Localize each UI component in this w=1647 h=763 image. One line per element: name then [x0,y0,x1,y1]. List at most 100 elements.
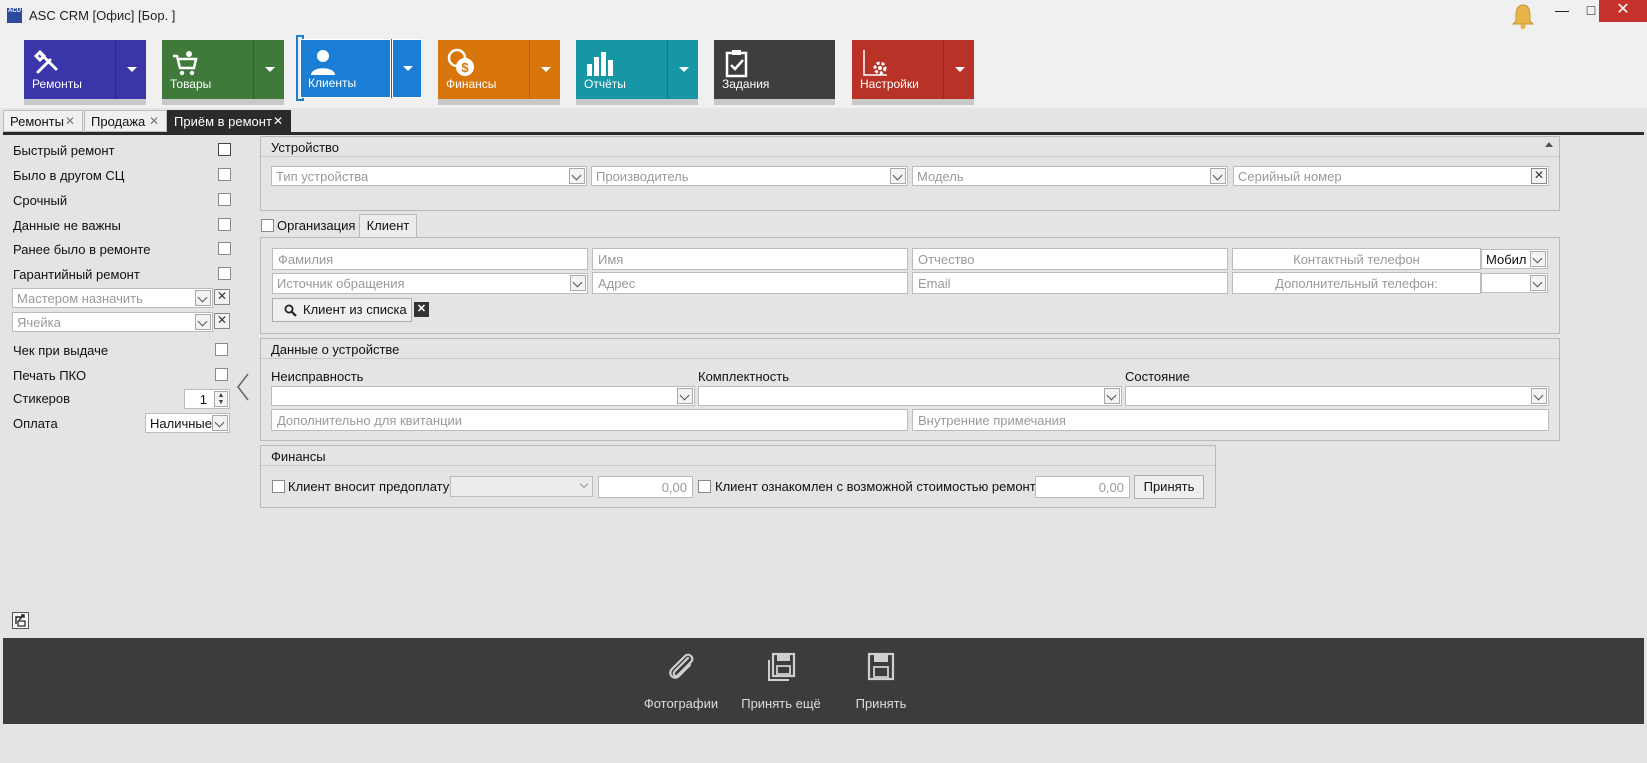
tile-shadow [576,99,698,105]
chevron-down-icon[interactable] [1104,388,1120,404]
accept-more-button[interactable]: Принять ещё [741,650,821,711]
request-source-placeholder: Источник обращения [277,276,405,291]
chevron-down-icon[interactable] [1530,275,1546,291]
close-tab-icon[interactable]: ✕ [273,114,283,128]
receipt-checkbox[interactable] [215,343,228,356]
close-tab-icon[interactable]: ✕ [149,114,159,128]
option-data-unimportant-checkbox[interactable] [218,218,231,231]
pko-checkbox[interactable] [215,368,228,381]
tile-finance-dropdown[interactable] [529,40,560,99]
address-field[interactable]: Адрес [592,272,908,294]
prepayment-amount-field[interactable]: 0,00 [598,476,693,498]
device-type-select[interactable]: Тип устройства [271,166,587,186]
tile-settings-main[interactable]: Настройки [852,40,943,99]
chevron-down-icon[interactable] [890,168,906,184]
clear-master-icon[interactable]: ✕ [214,289,230,305]
stickers-spinbox[interactable]: 1 ▲ ▼ [184,389,230,409]
extra-phone-type-select[interactable] [1481,273,1548,293]
chevron-down-icon[interactable] [1210,168,1226,184]
clear-cell-icon[interactable]: ✕ [214,313,230,329]
tile-repairs-main[interactable]: Ремонты [24,40,115,99]
chevron-left-icon[interactable] [235,372,251,402]
tab-client[interactable]: Клиент [359,214,417,238]
close-tab-icon[interactable]: ✕ [65,114,75,128]
contact-phone-field[interactable]: Контактный телефон [1232,248,1481,270]
estimated-cost: 0,00 [1098,480,1124,495]
tab-client-label: Клиент [366,218,410,233]
collapse-up-icon[interactable] [1545,142,1553,147]
bell-icon[interactable] [1508,2,1538,30]
tile-clients-dropdown[interactable] [391,39,422,98]
accept-more-label: Принять ещё [741,696,821,711]
window-title: ASC CRM [Офис] [Бор. ] [29,8,176,23]
tile-reports-main[interactable]: Отчёты [576,40,667,99]
tile-settings-dropdown[interactable] [943,40,974,99]
close-window-button[interactable]: ✕ [1599,0,1647,22]
option-warranty-checkbox[interactable] [218,267,231,280]
tile-clients[interactable]: Клиенты [296,35,422,101]
payment-select[interactable]: Наличные [145,413,230,433]
serial-number-placeholder: Серийный номер [1238,169,1342,184]
clear-serial-icon[interactable]: ✕ [1531,168,1547,184]
tile-goods-dropdown[interactable] [253,40,284,99]
chevron-down-icon[interactable] [570,275,586,291]
phone-type-select[interactable]: Мобил [1481,249,1548,269]
organization-checkbox[interactable] [261,219,274,232]
tile-goods-main[interactable]: Товары [162,40,253,99]
master-select[interactable]: Мастером назначить [12,288,213,308]
export-icon[interactable] [12,612,29,629]
chevron-down-icon[interactable] [195,314,211,330]
photos-button[interactable]: Фотографии [641,650,721,711]
accept-button[interactable]: Принять [841,650,921,711]
chevron-down-icon[interactable] [212,415,228,431]
chevron-down-icon[interactable] [1530,251,1546,267]
option-other-sc-checkbox[interactable] [218,168,231,181]
patronymic-field[interactable]: Отчество [912,248,1228,270]
spin-arrows-icon[interactable]: ▲ ▼ [214,391,228,407]
first-name-field[interactable]: Имя [592,248,908,270]
finance-accept-button[interactable]: Принять [1134,475,1204,499]
tile-reports-dropdown[interactable] [667,40,698,99]
tile-clients-main[interactable]: Клиенты [300,39,391,98]
tab-repairs-label: Ремонты [10,114,64,129]
prepayment-type-select[interactable] [450,476,593,497]
tab-repairs[interactable]: Ремонты ✕ [3,110,83,132]
request-source-select[interactable]: Источник обращения [272,273,588,294]
tile-shadow [714,99,835,105]
tile-repairs-dropdown[interactable] [115,40,146,99]
client-from-list-button[interactable]: Клиент из списка [272,298,412,322]
chevron-down-icon[interactable] [569,168,585,184]
email-field[interactable]: Email [912,272,1228,294]
state-select[interactable] [1125,386,1549,406]
tile-finance-main[interactable]: $ Финансы [438,40,529,99]
client-from-list-label: Клиент из списка [303,302,407,317]
option-quick-repair-checkbox[interactable] [218,143,231,156]
kit-select[interactable] [698,386,1122,406]
prepayment-checkbox[interactable] [272,480,285,493]
cost-informed-checkbox[interactable] [698,480,711,493]
extra-phone-field[interactable]: Дополнительный телефон: [1232,272,1481,294]
internal-notes-field[interactable]: Внутренние примечания [912,409,1549,431]
surname-field[interactable]: Фамилия [272,248,588,270]
chevron-down-icon[interactable] [677,388,693,404]
minimize-button[interactable]: — [1547,0,1577,22]
option-urgent-checkbox[interactable] [218,193,231,206]
clear-client-icon[interactable]: ✕ [414,302,429,317]
tab-repair-intake[interactable]: Приём в ремонт ✕ [167,110,291,132]
model-select[interactable]: Модель [912,166,1228,186]
chevron-down-icon[interactable] [1531,388,1547,404]
option-previously-repaired-checkbox[interactable] [218,242,231,255]
tile-shadow [162,99,284,105]
serial-number-input[interactable]: Серийный номер ✕ [1233,166,1549,186]
tile-tasks-main[interactable]: Задания [714,40,835,99]
payment-label: Оплата [13,416,58,431]
tile-finance-label: Финансы [446,77,497,91]
estimated-cost-field[interactable]: 0,00 [1035,476,1130,498]
receipt-extra-field[interactable]: Дополнительно для квитанции [271,409,908,431]
tab-sale[interactable]: Продажа ✕ [84,110,167,132]
manufacturer-select[interactable]: Производитель [591,166,908,186]
cell-select[interactable]: Ячейка [12,312,213,332]
chevron-down-icon[interactable] [195,290,211,306]
first-name-placeholder: Имя [598,252,624,267]
fault-select[interactable] [271,386,695,406]
